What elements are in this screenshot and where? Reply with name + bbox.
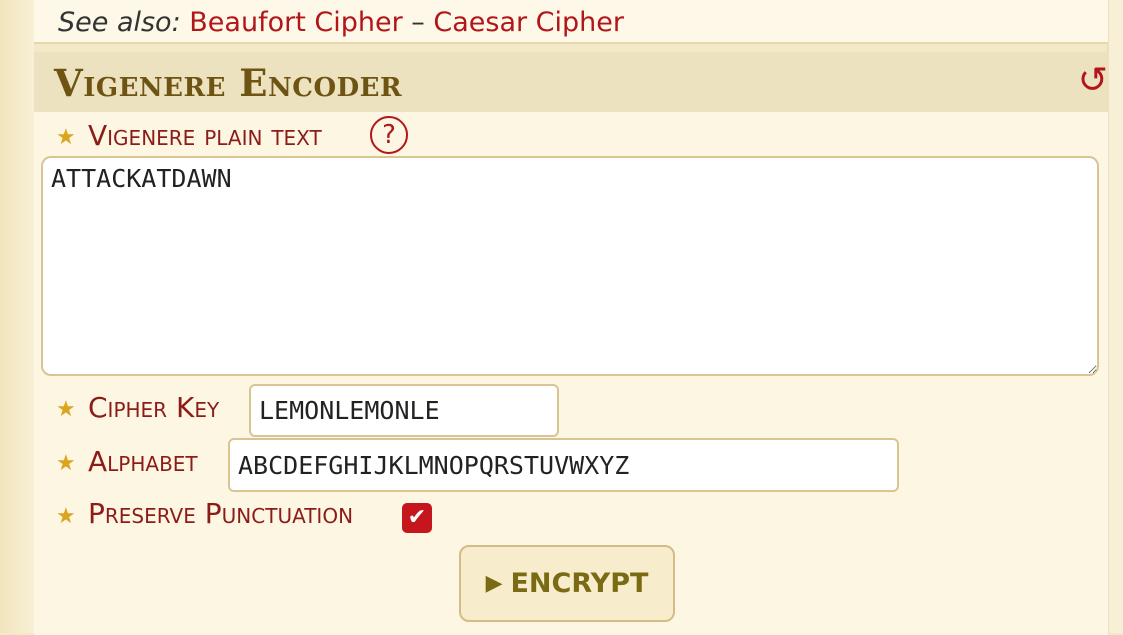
plaintext-input[interactable]: ATTACKATDAWN	[41, 156, 1099, 376]
page-right-rail	[1107, 0, 1123, 633]
tool-header: Vigenere Encoder ↺	[34, 54, 1108, 112]
see-also-bar: See also: Beaufort Cipher – Caesar Ciphe…	[34, 0, 1108, 44]
page-left-rail	[0, 0, 34, 633]
cipher-key-input[interactable]	[249, 384, 559, 437]
alphabet-label: Alphabet	[88, 445, 198, 478]
vigenere-encoder-panel: Vigenere Encoder ↺ ★ Vigenere plain text…	[34, 52, 1108, 635]
preserve-punctuation-checkbox[interactable]: ✔	[402, 503, 432, 533]
tool-title: Vigenere Encoder	[54, 61, 403, 105]
see-also-label: See also:	[58, 7, 181, 38]
play-icon: ▶	[485, 571, 503, 596]
caesar-cipher-link[interactable]: Caesar Cipher	[433, 7, 624, 38]
see-also-separator: –	[411, 7, 425, 38]
preserve-punctuation-label: Preserve Punctuation	[88, 497, 354, 530]
reset-icon[interactable]: ↺	[1078, 60, 1108, 101]
encrypt-button[interactable]: ▶ ENCRYPT	[459, 545, 675, 622]
cipher-key-label: Cipher Key	[88, 391, 220, 424]
plaintext-label: Vigenere plain text	[88, 119, 322, 152]
help-icon[interactable]: ?	[370, 116, 408, 154]
required-star-icon: ★	[56, 397, 76, 422]
required-star-icon: ★	[56, 125, 76, 150]
encrypt-button-label: ENCRYPT	[510, 568, 649, 599]
alphabet-input[interactable]	[228, 438, 899, 492]
beaufort-cipher-link[interactable]: Beaufort Cipher	[189, 7, 402, 38]
required-star-icon: ★	[56, 504, 76, 529]
required-star-icon: ★	[56, 451, 76, 476]
